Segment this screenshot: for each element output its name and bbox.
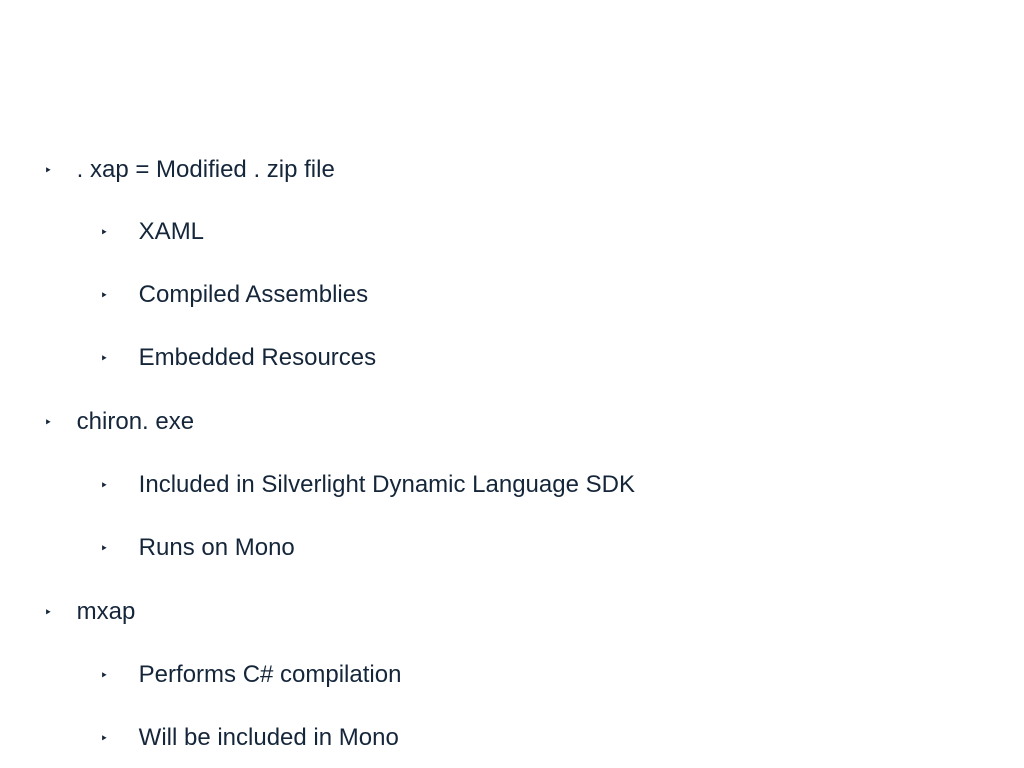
list-item-label: Runs on Mono [139, 534, 295, 562]
list-item-label: Performs C# compilation [139, 661, 402, 689]
list-item-label: chiron. exe [77, 408, 194, 436]
list-item-label: mxap [77, 598, 136, 626]
list-group: ‣ chiron. exe ‣ Included in Silverlight … [44, 408, 1024, 562]
bullet-icon: ‣ [100, 541, 112, 555]
list-item-label: Will be included in Mono [139, 724, 399, 752]
list-item-label: Included in Silverlight Dynamic Language… [139, 471, 635, 499]
bullet-icon: ‣ [100, 731, 112, 745]
list-group: ‣ mxap ‣ Performs C# compilation ‣ Will … [44, 598, 1024, 752]
bullet-icon: ‣ [44, 163, 56, 177]
list-item-label: XAML [139, 218, 204, 246]
bullet-icon: ‣ [100, 351, 112, 365]
list-item: ‣ . xap = Modified . zip file [44, 155, 1024, 184]
list-item: ‣ XAML [100, 218, 1024, 247]
list-item: ‣ Will be included in Mono [100, 723, 1024, 752]
list-item-label: Embedded Resources [139, 344, 376, 372]
list-item: ‣ Performs C# compilation [100, 660, 1024, 689]
list-item-label: . xap = Modified . zip file [77, 156, 335, 184]
bullet-icon: ‣ [44, 415, 56, 429]
list-item: ‣ mxap [44, 598, 1024, 627]
list-item: ‣ chiron. exe [44, 408, 1024, 437]
bullet-icon: ‣ [44, 605, 56, 619]
bullet-icon: ‣ [100, 225, 112, 239]
list-item: ‣ Embedded Resources [100, 343, 1024, 372]
bullet-icon: ‣ [100, 288, 112, 302]
list-group: ‣ . xap = Modified . zip file ‣ XAML ‣ C… [44, 155, 1024, 372]
list-item: ‣ Compiled Assemblies [100, 280, 1024, 309]
bullet-icon: ‣ [100, 668, 112, 682]
list-item-label: Compiled Assemblies [139, 281, 368, 309]
list-item: ‣ Runs on Mono [100, 533, 1024, 562]
list-item: ‣ Included in Silverlight Dynamic Langua… [100, 470, 1024, 499]
bullet-icon: ‣ [100, 478, 112, 492]
